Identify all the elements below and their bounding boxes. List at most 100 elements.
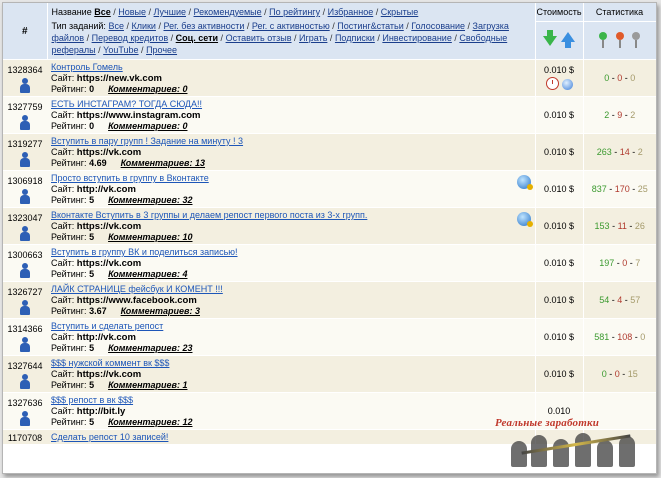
comments-link[interactable]: Комментариев: 32 <box>108 195 192 205</box>
task-id: 1170708 <box>7 432 43 443</box>
task-title-link[interactable]: Вступить в пару групп ! Задание на минут… <box>51 136 243 146</box>
task-rating: Рейтинг: 0 Комментариев: 0 <box>51 84 188 94</box>
comments-link[interactable]: Комментариев: 10 <box>108 232 192 242</box>
task-site: Сайт: http://bit.ly <box>51 406 126 417</box>
task-site-url: https://vk.com <box>76 258 142 269</box>
task-info-cell: Просто вступить в группу в Вконтакте Сайт… <box>47 170 535 208</box>
task-title-link[interactable]: Вступить в группу ВК и поделиться запись… <box>51 247 238 257</box>
user-icon[interactable] <box>19 263 31 278</box>
task-id-cell: 1314366 <box>3 318 47 356</box>
user-icon[interactable] <box>19 226 31 241</box>
task-cost: 0.010 $ <box>543 221 575 231</box>
task-title-link[interactable]: Просто вступить в группу в Вконтакте <box>51 173 209 183</box>
comments-link[interactable]: Комментариев: 23 <box>108 343 192 353</box>
task-stats-cell: 0 - 0 - 15 <box>582 355 656 393</box>
task-site-url: https://www.instagram.com <box>76 110 201 121</box>
task-cost-cell: 0.010 $ <box>534 281 583 319</box>
task-title-link[interactable]: Вконтакте Вступить в 3 группы и делаем р… <box>51 210 367 220</box>
type-filter-15[interactable]: Прочее <box>146 45 177 55</box>
task-row: 1300663 Вступить в группу ВК и поделиться… <box>3 244 656 282</box>
task-id-cell: 1327644 <box>3 355 47 393</box>
green-pin-icon[interactable] <box>598 32 607 49</box>
name-filter-1[interactable]: Новые <box>118 7 146 17</box>
task-title-link[interactable]: Сделать репост 10 записей! <box>51 432 168 442</box>
comments-link[interactable]: Комментариев: 13 <box>121 158 205 168</box>
user-icon[interactable] <box>19 115 31 130</box>
task-title-link[interactable]: Вступить и сделать репост <box>51 321 163 331</box>
type-filter-14[interactable]: YouTube <box>103 45 138 55</box>
type-filter-8[interactable]: Соц. сети <box>176 33 218 43</box>
type-filters: Все / Клики / Рег. без активности / Рег.… <box>51 21 509 55</box>
name-filter-6[interactable]: Скрытые <box>381 7 419 17</box>
task-info-cell: Вступить в пару групп ! Задание на минут… <box>47 133 535 171</box>
task-cost-cell: 0.010 $ <box>534 318 583 356</box>
task-cost-cell: 0.010 $ <box>534 355 583 393</box>
user-icon[interactable] <box>19 300 31 315</box>
task-cost: 0.010 $ <box>543 147 575 157</box>
task-site-url: https://vk.com <box>76 221 142 232</box>
rating-value: 0 <box>89 121 95 131</box>
task-row: 1328364 Контроль Гомель Сайт: https://new.… <box>3 59 656 97</box>
stat-green: 54 <box>599 295 610 305</box>
stat-red: 0 <box>617 73 623 83</box>
comments-link[interactable]: Комментариев: 1 <box>108 380 187 390</box>
user-icon[interactable] <box>19 337 31 352</box>
rating-value: 5 <box>89 195 95 205</box>
stat-red: 4 <box>617 295 623 305</box>
task-id-cell: 1170708 <box>3 429 47 445</box>
comments-link[interactable]: Комментариев: 12 <box>108 417 192 427</box>
task-site: Сайт: https://vk.com <box>51 147 142 158</box>
stats-column-header: Статистика <box>583 3 656 22</box>
stat-green: 197 <box>599 258 615 268</box>
type-filter-3[interactable]: Рег. с активностью <box>252 21 330 31</box>
type-filter-9[interactable]: Оставить отзыв <box>226 33 292 43</box>
type-filter-12[interactable]: Инвестирование <box>382 33 451 43</box>
rating-value: 0 <box>89 84 95 94</box>
type-filter-0[interactable]: Все <box>108 21 124 31</box>
task-cost-cell: 0.010 $ <box>534 244 583 282</box>
task-site-url: http://vk.com <box>76 184 136 195</box>
type-filter-11[interactable]: Подписки <box>335 33 375 43</box>
task-site-url: https://vk.com <box>76 369 142 380</box>
task-id: 1300663 <box>7 250 43 260</box>
sort-up-icon[interactable] <box>561 32 576 49</box>
type-filter-10[interactable]: Играть <box>299 33 327 43</box>
name-filter-5[interactable]: Избранное <box>328 7 374 17</box>
comments-link[interactable]: Комментариев: 0 <box>108 121 187 131</box>
comments-link[interactable]: Комментариев: 3 <box>121 306 200 316</box>
gray-pin-icon[interactable] <box>632 32 641 49</box>
task-id-cell: 1327759 <box>3 96 47 134</box>
type-filter-5[interactable]: Голосование <box>411 21 465 31</box>
task-rating: Рейтинг: 5 Комментариев: 4 <box>51 269 188 279</box>
type-filter-7[interactable]: Перевод кредитов <box>92 33 169 43</box>
user-icon[interactable] <box>19 189 31 204</box>
red-pin-icon[interactable] <box>615 32 624 49</box>
type-filter-1[interactable]: Клики <box>131 21 156 31</box>
task-info-cell: Вступить и сделать репост Сайт: http://vk… <box>47 318 535 356</box>
task-id: 1328364 <box>7 65 43 75</box>
sort-down-icon[interactable] <box>542 30 557 47</box>
task-title-link[interactable]: Контроль Гомель <box>51 62 123 72</box>
stat-red: 0 <box>614 369 620 379</box>
name-filter-2[interactable]: Лучшие <box>154 7 186 17</box>
task-title-link[interactable]: ЛАЙК СТРАНИЦЕ фейсбук И КОМЕНТ !!! <box>51 284 223 294</box>
user-icon[interactable] <box>19 411 31 426</box>
user-icon[interactable] <box>19 374 31 389</box>
task-title-link[interactable]: $$$ репост в вк $$$ <box>51 395 133 405</box>
task-site-url: http://bit.ly <box>76 406 126 417</box>
type-filter-2[interactable]: Рег. без активности <box>163 21 244 31</box>
task-title-link[interactable]: ЕСТЬ ИНСТАГРАМ? ТОГДА СЮДА!! <box>51 99 202 109</box>
stat-green: 2 <box>604 110 610 120</box>
type-filter-4[interactable]: Постинг&статьи <box>337 21 404 31</box>
name-filter-4[interactable]: По рейтингу <box>269 7 320 17</box>
task-title-link[interactable]: $$$ нужской коммент вк $$$ <box>51 358 169 368</box>
task-rating: Рейтинг: 3.67 Комментариев: 3 <box>51 306 200 316</box>
comments-link[interactable]: Комментариев: 0 <box>108 84 187 94</box>
name-filter-3[interactable]: Рекомендуемые <box>194 7 262 17</box>
name-filter-0[interactable]: Все <box>94 7 111 17</box>
comments-link[interactable]: Комментариев: 4 <box>108 269 187 279</box>
stat-gray: 15 <box>627 369 638 379</box>
user-icon[interactable] <box>19 78 31 93</box>
tasks-table: # Название Все / Новые / Лучшие / Рекоме… <box>3 3 656 445</box>
user-icon[interactable] <box>19 152 31 167</box>
